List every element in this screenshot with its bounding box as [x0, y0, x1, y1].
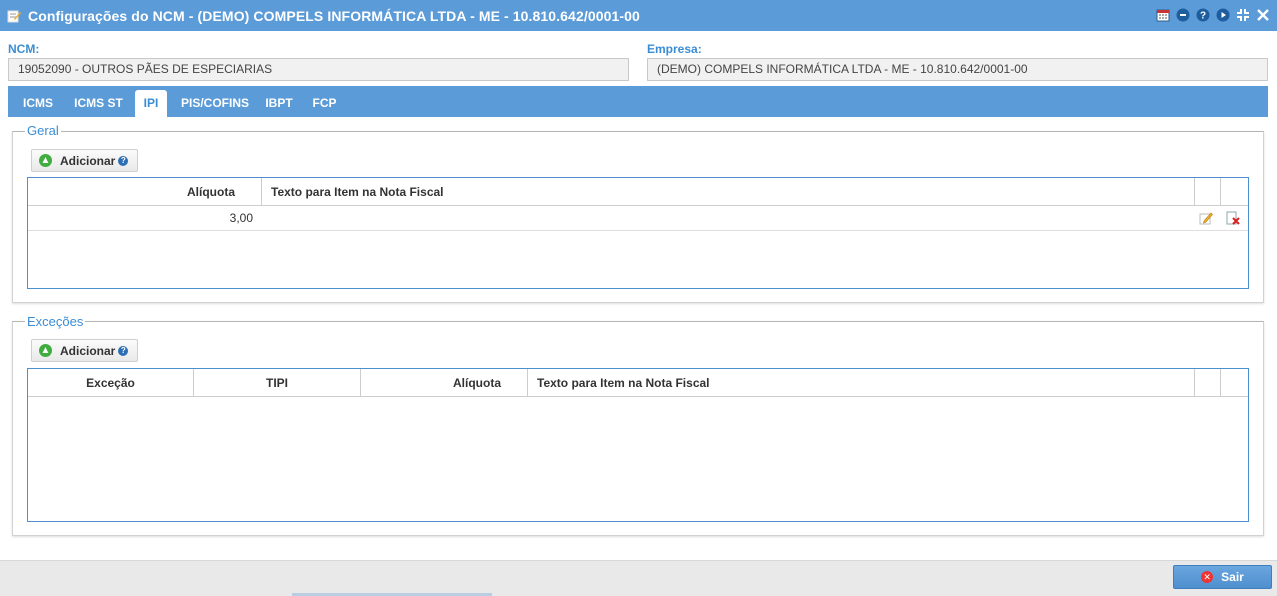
- column-header-delete: [1221, 369, 1248, 397]
- delete-document-icon[interactable]: [1226, 206, 1242, 231]
- column-header-edit: [1195, 369, 1221, 397]
- excecoes-add-button[interactable]: ▲ Adicionar ?: [31, 339, 138, 362]
- add-circle-icon: ▲: [39, 154, 52, 167]
- help-icon[interactable]: ?: [1195, 7, 1211, 23]
- column-header-delete: [1221, 178, 1248, 206]
- window-title: Configurações do NCM - (DEMO) COMPELS IN…: [28, 7, 640, 24]
- tab-pis-cofins[interactable]: PIS/COFINS: [174, 90, 256, 117]
- svg-text:?: ?: [1200, 11, 1206, 22]
- edit-pencil-icon[interactable]: [1199, 206, 1215, 231]
- table-row[interactable]: 3,00: [28, 206, 1248, 231]
- empresa-label: Empresa:: [647, 42, 702, 56]
- excecoes-add-label: Adicionar: [60, 343, 116, 358]
- column-header-texto[interactable]: Texto para Item na Nota Fiscal: [528, 369, 1195, 397]
- excecoes-grid: Exceção TIPI Alíquota Texto para Item na…: [27, 368, 1249, 522]
- calendar-icon[interactable]: [1155, 7, 1171, 23]
- geral-grid: Alíquota Texto para Item na Nota Fiscal …: [27, 177, 1249, 289]
- cell-aliquota: 3,00: [229, 211, 253, 225]
- column-header-edit: [1195, 178, 1221, 206]
- ncm-field[interactable]: 19052090 - OUTROS PÃES DE ESPECIARIAS: [8, 58, 629, 81]
- window-titlebar: Configurações do NCM - (DEMO) COMPELS IN…: [0, 0, 1277, 31]
- column-header-texto[interactable]: Texto para Item na Nota Fiscal: [262, 178, 1195, 206]
- play-icon[interactable]: [1215, 7, 1231, 23]
- close-circle-icon: ✕: [1201, 571, 1214, 583]
- empresa-field[interactable]: (DEMO) COMPELS INFORMÁTICA LTDA - ME - 1…: [647, 58, 1268, 81]
- excecoes-grid-header: Exceção TIPI Alíquota Texto para Item na…: [28, 369, 1248, 397]
- tab-fcp[interactable]: FCP: [305, 90, 344, 117]
- circle-minus-icon[interactable]: [1175, 7, 1191, 23]
- column-header-excecao[interactable]: Exceção: [28, 369, 194, 397]
- tab-ipi[interactable]: IPI: [135, 90, 167, 117]
- geral-add-label: Adicionar: [60, 153, 116, 168]
- tab-icms[interactable]: ICMS: [16, 90, 60, 117]
- edit-document-icon: [7, 10, 21, 22]
- tab-bar: ICMS ICMS ST IPI PIS/COFINS IBPT FCP: [8, 86, 1268, 117]
- column-header-aliquota[interactable]: Alíquota: [28, 178, 262, 206]
- sair-label: Sair: [1221, 570, 1244, 584]
- close-icon[interactable]: [1255, 7, 1271, 23]
- help-icon[interactable]: ?: [118, 345, 129, 356]
- ncm-label: NCM:: [8, 42, 40, 56]
- excecoes-legend: Exceções: [25, 314, 86, 329]
- cell-texto: [271, 206, 1171, 231]
- geral-add-button[interactable]: ▲ Adicionar ?: [31, 149, 138, 172]
- add-circle-icon: ▲: [39, 344, 52, 357]
- help-icon[interactable]: ?: [118, 155, 129, 166]
- tab-ibpt[interactable]: IBPT: [260, 90, 298, 117]
- footer-bar: [0, 560, 1277, 596]
- column-header-tipi[interactable]: TIPI: [194, 369, 361, 397]
- column-header-aliquota[interactable]: Alíquota: [361, 369, 528, 397]
- geral-legend: Geral: [25, 123, 61, 138]
- geral-grid-header: Alíquota Texto para Item na Nota Fiscal: [28, 178, 1248, 206]
- collapse-icon[interactable]: [1235, 7, 1251, 23]
- tab-icms-st[interactable]: ICMS ST: [68, 90, 129, 117]
- sair-button[interactable]: ✕ Sair: [1173, 565, 1272, 589]
